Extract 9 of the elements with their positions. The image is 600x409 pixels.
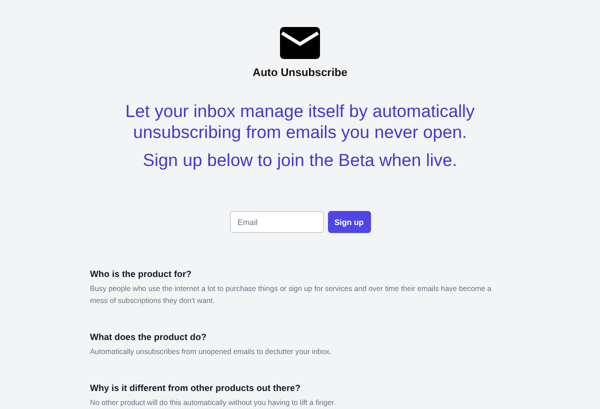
sign-up-button[interactable]: Sign up bbox=[328, 211, 370, 233]
faq-question: What does the product do? bbox=[90, 332, 208, 342]
brand-name: Auto Unsubscribe bbox=[252, 67, 348, 79]
subheadline: Sign up below to join the Beta when live. bbox=[142, 150, 458, 171]
email-field[interactable]: Email bbox=[230, 211, 324, 233]
faq-question: Why is it different from other products out there? bbox=[90, 383, 302, 393]
envelope-icon bbox=[280, 27, 320, 59]
headline: Let your inbox manage itself by automatically unsubscribing from emails you never open. bbox=[124, 101, 476, 143]
faq-question: Who is the product for? bbox=[90, 269, 192, 279]
